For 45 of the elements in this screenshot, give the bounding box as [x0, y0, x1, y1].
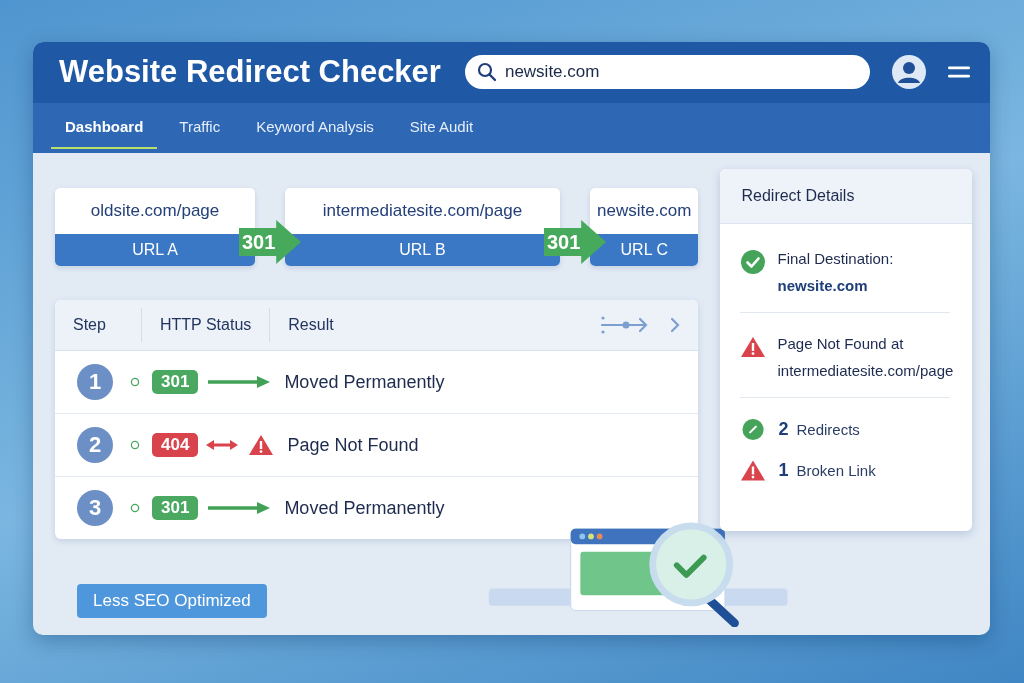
- detail-label: Final Destination:: [777, 250, 894, 267]
- url-text: intermediatesite.com/page: [321, 200, 524, 222]
- nav-tab[interactable]: Site Audit: [395, 106, 488, 150]
- detail-value: intermediatesite.com/page: [777, 362, 954, 379]
- search-field[interactable]: newsite.com: [464, 55, 870, 90]
- status-dot-icon: [130, 440, 140, 450]
- double-arrow-icon: [206, 439, 239, 451]
- app-title: Website Redirect Checker: [59, 54, 441, 91]
- step-number: 2: [77, 427, 113, 463]
- column-header: HTTP Status: [141, 308, 270, 342]
- right-arrow-icon: [207, 376, 272, 388]
- result-text: Moved Permanently: [284, 497, 445, 519]
- column-header: Step: [72, 315, 107, 335]
- nav-tab[interactable]: Traffic: [165, 106, 235, 150]
- warning-icon: [740, 335, 767, 359]
- nav-tab[interactable]: Dashboard: [51, 106, 158, 150]
- url-label: URL C: [590, 234, 699, 266]
- detail-value: newsite.com: [777, 277, 869, 294]
- step-number: 1: [77, 364, 113, 400]
- status-code: 301: [152, 496, 199, 520]
- summary-count: 2: [778, 419, 789, 440]
- detail-label: Page Not Found at: [777, 335, 905, 352]
- result-text: Moved Permanently: [284, 371, 445, 393]
- column-header: Result: [269, 308, 352, 342]
- seo-status-button[interactable]: Less SEO Optimized: [77, 584, 267, 618]
- summary-label: Redirects: [796, 421, 860, 438]
- url-text: oldsite.com/page: [89, 200, 221, 222]
- right-arrow-icon: [207, 502, 272, 514]
- nav-tab[interactable]: Keyword Analysis: [242, 106, 388, 150]
- status-dot-icon: [130, 377, 140, 387]
- panel-title: Redirect Details: [720, 169, 972, 224]
- summary-label: Broken Link: [796, 462, 876, 479]
- status-code: 301: [152, 370, 199, 394]
- gauge-circle-icon: [740, 418, 767, 441]
- user-avatar-icon[interactable]: [892, 55, 926, 90]
- status-code: 404: [152, 433, 199, 457]
- menu-icon[interactable]: [948, 64, 970, 81]
- url-text: newsite.com: [596, 200, 693, 222]
- warning-icon: [248, 434, 275, 456]
- result-text: Page Not Found: [287, 434, 419, 456]
- status-dot-icon: [130, 503, 140, 513]
- summary-count: 1: [778, 460, 789, 481]
- step-number: 3: [77, 490, 113, 526]
- warning-icon: [740, 459, 767, 482]
- check-circle-icon: [740, 250, 767, 274]
